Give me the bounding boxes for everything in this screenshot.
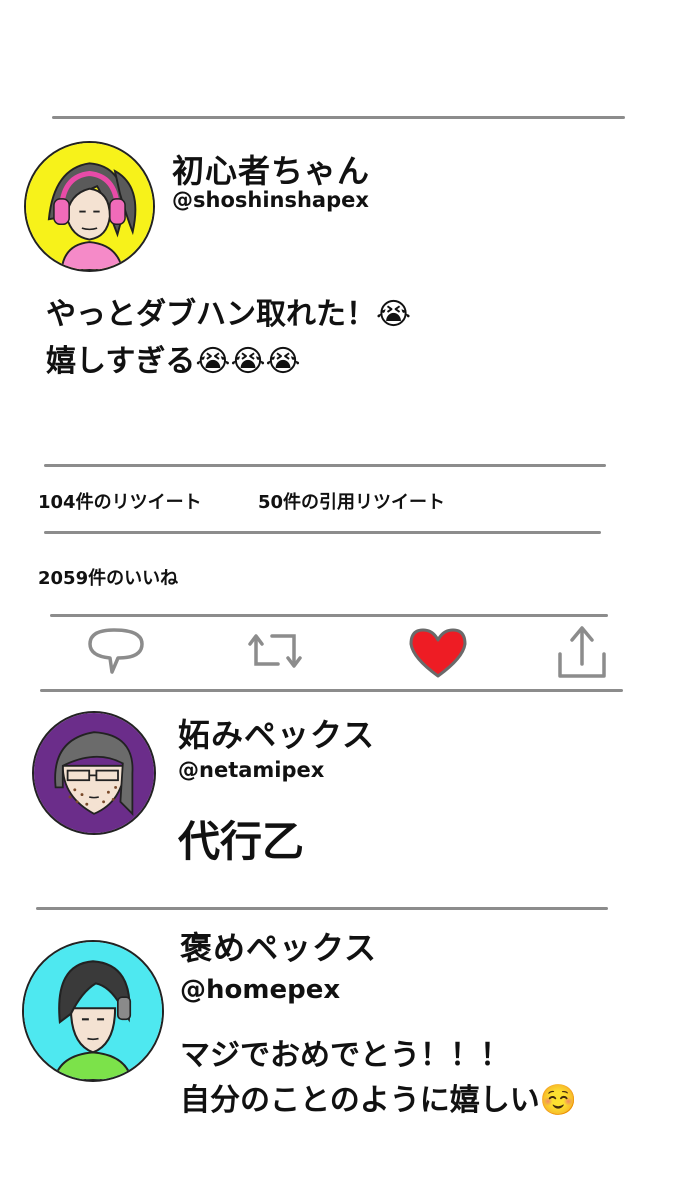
display-name[interactable]: 褒めペックス <box>180 923 377 969</box>
like-count[interactable]: 2059件のいいね <box>38 564 178 590</box>
retweet-count[interactable]: 104件のリツイート <box>38 488 202 514</box>
post-bottom-divider <box>44 464 606 467</box>
post-text-line-1: やっとダブハン取れた！😭 <box>46 297 412 332</box>
reply-text-line-1: マジでおめでとう！！！ <box>180 1038 510 1073</box>
jealous-man-avatar-icon <box>34 713 154 833</box>
reply-divider <box>36 907 608 910</box>
quote-tweet-count[interactable]: 50件の引用リツイート <box>258 488 445 514</box>
handle[interactable]: @shoshinshapex <box>172 188 369 212</box>
top-divider <box>52 116 625 119</box>
retweet-icon <box>248 634 302 668</box>
share-icon <box>558 626 606 678</box>
avatar[interactable] <box>22 940 164 1082</box>
display-name[interactable]: 妬みペックス <box>178 710 375 756</box>
heart-icon <box>409 628 467 678</box>
handle[interactable]: @homepex <box>180 975 340 1005</box>
stats-divider <box>44 531 601 534</box>
handle[interactable]: @netamipex <box>178 758 324 782</box>
praising-man-avatar-icon <box>24 942 162 1080</box>
share-button[interactable] <box>550 622 616 682</box>
reply-text-line-2: 自分のことのように嬉しい☺️ <box>180 1083 578 1118</box>
display-name[interactable]: 初心者ちゃん <box>172 146 370 192</box>
post-text-line-2: 嬉しすぎる😭😭😭 <box>46 344 301 379</box>
avatar[interactable] <box>24 141 155 272</box>
avatar[interactable] <box>32 711 156 835</box>
beginner-girl-avatar-icon <box>26 143 153 270</box>
likes-divider <box>50 614 608 617</box>
actions-divider <box>40 689 623 692</box>
like-button[interactable] <box>405 622 471 682</box>
reply-text: 代行乙 <box>178 817 305 866</box>
reply-button[interactable] <box>82 622 148 682</box>
retweet-button[interactable] <box>242 622 308 682</box>
speech-bubble-icon <box>88 628 144 674</box>
